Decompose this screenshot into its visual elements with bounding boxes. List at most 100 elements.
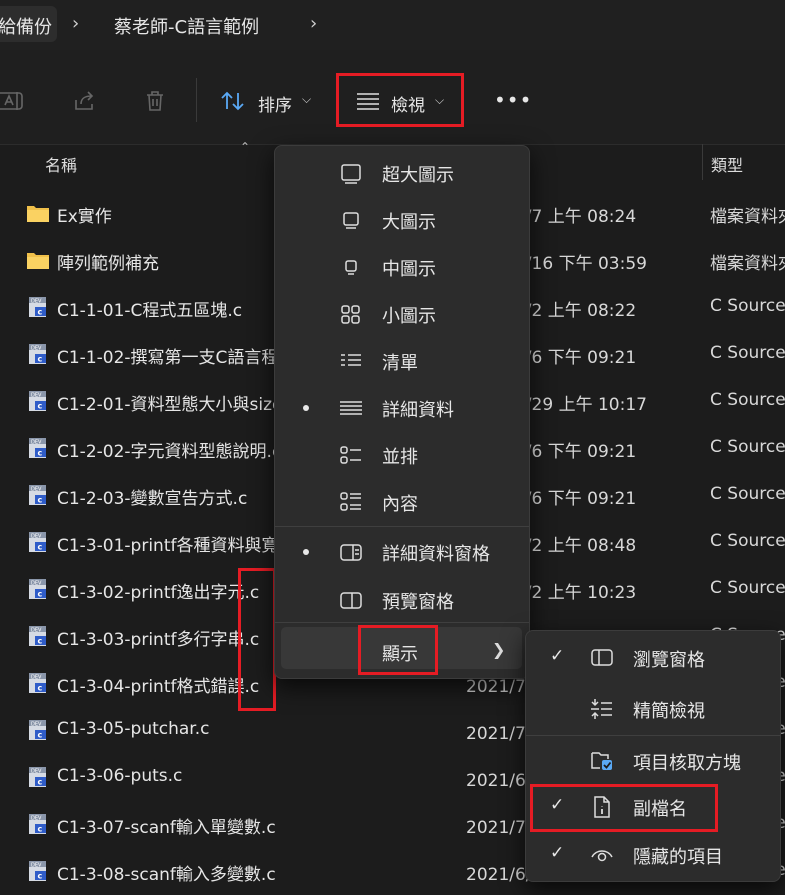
svg-text:c: c xyxy=(38,496,43,505)
sort-icon xyxy=(221,91,244,111)
file-name: C1-3-03-printf多行字串.c xyxy=(57,630,260,650)
c-source-file-icon: DEV c xyxy=(29,579,46,599)
view-icon xyxy=(357,93,379,110)
more-options-button[interactable]: ••• xyxy=(494,88,531,114)
file-name: C1-3-04-printf格式錯誤.c xyxy=(57,677,260,697)
column-header-type[interactable]: 類型 xyxy=(711,152,743,176)
svg-text:DEV: DEV xyxy=(31,581,42,587)
svg-text:DEV: DEV xyxy=(31,769,42,775)
submenu-item-label: 瀏覽窗格 xyxy=(633,650,705,671)
c-source-file-icon: DEV c xyxy=(29,532,46,552)
file-name: C1-1-01-C程式五區塊.c xyxy=(57,301,243,321)
large-icons-icon xyxy=(343,212,359,229)
submenu-item-label: 隱藏的項目 xyxy=(633,847,723,868)
sort-label: 排序 xyxy=(258,96,292,116)
details-icon xyxy=(340,401,362,415)
submenu-item-navigation-pane[interactable]: ✓ 瀏覽窗格 xyxy=(526,634,780,682)
chevron-right-icon[interactable]: › xyxy=(72,13,79,34)
menu-item-extra-larges-icon[interactable]: 超大圖示 xyxy=(275,150,529,196)
view-button[interactable]: 檢視 ⌵ xyxy=(336,73,464,127)
checkmark-icon: ✓ xyxy=(550,843,565,863)
submenu-item-label: 精簡檢視 xyxy=(633,701,705,722)
menu-item-preview-pane[interactable]: 預覽窗格 xyxy=(275,577,529,623)
share-icon[interactable] xyxy=(72,88,98,114)
file-name: C1-3-07-scanf輸入單變數.c xyxy=(57,818,276,838)
svg-text:DEV: DEV xyxy=(31,816,42,822)
sort-button[interactable]: 排序 ⌵ xyxy=(216,80,318,122)
c-source-file-icon: DEV c xyxy=(29,344,46,364)
svg-text:DEV: DEV xyxy=(31,628,42,634)
c-source-file-icon: DEV c xyxy=(29,485,46,505)
submenu-item-label: 項目核取方塊 xyxy=(633,753,741,774)
menu-item-label: 大圖示 xyxy=(382,212,436,233)
breadcrumb-item-current[interactable]: 蔡老師-C語言範例 xyxy=(114,13,259,39)
svg-text:DEV: DEV xyxy=(31,675,42,681)
column-divider[interactable] xyxy=(702,144,703,180)
c-source-file-icon: DEV c xyxy=(29,391,46,411)
menu-item-list[interactable]: 清單 xyxy=(275,338,529,384)
c-source-file-icon: DEV c xyxy=(29,767,46,787)
file-name: C1-2-03-變數宣告方式.c xyxy=(57,489,248,509)
svg-text:c: c xyxy=(38,684,43,693)
file-type: C Source xyxy=(710,484,785,504)
compact-view-icon xyxy=(591,699,612,719)
chevron-right-icon[interactable]: › xyxy=(310,13,317,34)
file-type: C Source xyxy=(710,296,785,316)
more-icon: ••• xyxy=(494,88,533,112)
menu-item-mediums-icon[interactable]: 中圖示 xyxy=(275,244,529,290)
selected-bullet-icon xyxy=(303,405,309,411)
content-icon xyxy=(340,492,361,511)
command-bar: 排序 ⌵ 檢視 ⌵ ••• xyxy=(0,50,785,145)
menu-item-larges-icon[interactable]: 大圖示 xyxy=(275,197,529,243)
menu-item-label: 內容 xyxy=(382,494,418,515)
delete-icon[interactable] xyxy=(142,88,168,114)
menu-item-label: 小圖示 xyxy=(382,306,436,327)
file-name: C1-1-02-撰寫第一支C語言程式.c xyxy=(57,348,311,368)
file-type: 檔案資料夾 xyxy=(710,254,785,274)
annotation-highlight xyxy=(530,784,718,832)
menu-item-details[interactable]: 詳細資料 xyxy=(275,385,529,431)
menu-item-label: 清單 xyxy=(382,353,418,374)
details-pane-icon xyxy=(340,544,362,561)
view-label: 檢視 xyxy=(391,96,425,116)
file-type: C Source xyxy=(710,531,785,551)
menu-item-show-label: 顯示 xyxy=(382,644,418,665)
breadcrumb-item-previous[interactable]: 給備份 xyxy=(0,6,57,42)
file-name: C1-3-06-puts.c xyxy=(57,766,183,786)
svg-text:DEV: DEV xyxy=(31,534,42,540)
c-source-file-icon: DEV c xyxy=(29,861,46,881)
svg-text:c: c xyxy=(38,731,43,740)
view-menu: 超大圖示大圖示中圖示小圖示清單詳細資料 並排內容 詳細資料窗格預覽窗格 xyxy=(274,145,530,679)
item-checkboxes-icon xyxy=(591,752,612,770)
c-source-file-icon: DEV c xyxy=(29,438,46,458)
menu-item-label: 中圖示 xyxy=(382,259,436,280)
medium-icons-icon xyxy=(345,260,357,275)
chevron-down-icon: ⌵ xyxy=(302,92,312,106)
chevron-right-icon: ❯ xyxy=(492,640,506,659)
c-source-file-icon: DEV c xyxy=(29,814,46,834)
file-type: C Source xyxy=(710,390,785,410)
annotation-highlight xyxy=(238,568,276,711)
menu-divider xyxy=(275,622,529,623)
menu-item-content[interactable]: 內容 xyxy=(275,479,529,525)
svg-text:DEV: DEV xyxy=(31,346,42,352)
submenu-item-item-checkboxes[interactable]: 項目核取方塊 xyxy=(526,737,780,785)
svg-text:c: c xyxy=(38,355,43,364)
submenu-item-compact-view[interactable]: 精簡檢視 xyxy=(526,685,780,733)
svg-text:DEV: DEV xyxy=(31,299,42,305)
rename-icon[interactable] xyxy=(0,88,26,114)
file-name: C1-3-01-printf各種資料與寬度.c xyxy=(57,536,311,556)
menu-item-label: 詳細資料窗格 xyxy=(382,544,490,565)
menu-item-tiles[interactable]: 並排 xyxy=(275,432,529,478)
svg-text:c: c xyxy=(38,825,43,834)
column-header-name[interactable]: 名稱 xyxy=(45,152,77,176)
preview-pane-icon xyxy=(340,592,362,609)
menu-item-smalls-icon[interactable]: 小圖示 xyxy=(275,291,529,337)
submenu-item-hidden-items[interactable]: ✓ 隱藏的項目 xyxy=(526,831,780,879)
selected-bullet-icon xyxy=(303,549,309,555)
c-source-file-icon: DEV c xyxy=(29,673,46,693)
menu-item-details-pane[interactable]: 詳細資料窗格 xyxy=(275,529,529,575)
file-type: 檔案資料夾 xyxy=(710,207,785,227)
c-source-file-icon: DEV c xyxy=(29,626,46,646)
svg-text:DEV: DEV xyxy=(31,440,42,446)
